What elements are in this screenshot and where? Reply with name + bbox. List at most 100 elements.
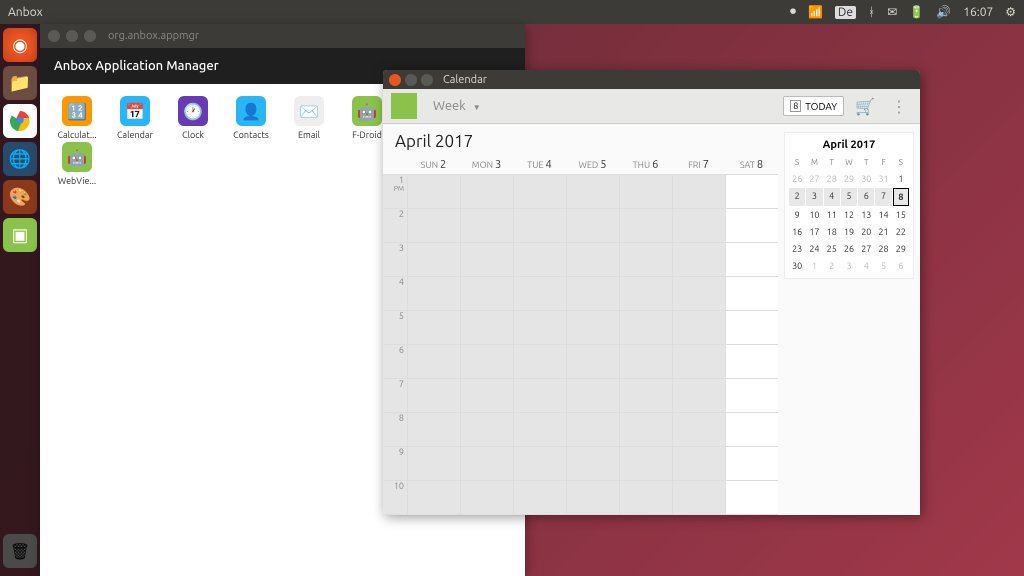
mini-cal-day[interactable]: 20 xyxy=(858,224,874,240)
mini-cal-day[interactable]: 1 xyxy=(893,171,909,187)
time-slot[interactable] xyxy=(514,243,566,277)
clock-indicator[interactable]: 16:07 xyxy=(963,6,993,19)
time-slot[interactable] xyxy=(408,379,460,413)
time-slot[interactable] xyxy=(620,481,672,515)
day-column[interactable] xyxy=(725,175,778,515)
wifi-icon[interactable]: 📶 xyxy=(808,5,823,19)
time-slot[interactable] xyxy=(514,481,566,515)
time-slot[interactable] xyxy=(567,413,619,447)
time-slot[interactable] xyxy=(620,447,672,481)
mini-cal-day[interactable]: 29 xyxy=(841,171,857,187)
time-slot[interactable] xyxy=(620,345,672,379)
time-slot[interactable] xyxy=(514,311,566,345)
mini-cal-day[interactable]: 21 xyxy=(875,224,891,240)
mini-cal-day[interactable]: 28 xyxy=(875,241,891,257)
mini-cal-day[interactable]: 4 xyxy=(858,258,874,274)
mini-cal-day[interactable]: 18 xyxy=(824,224,840,240)
time-slot[interactable] xyxy=(726,277,778,311)
time-slot[interactable] xyxy=(620,175,672,209)
mini-cal-day[interactable]: 2 xyxy=(824,258,840,274)
mini-cal-day[interactable]: 12 xyxy=(841,207,857,223)
volume-icon[interactable]: 🔊 xyxy=(936,5,951,19)
anbox-app-clock[interactable]: 🕐Clock xyxy=(164,96,222,140)
maximize-icon[interactable] xyxy=(421,74,433,86)
anbox-app-contacts[interactable]: 👤Contacts xyxy=(222,96,280,140)
time-slot[interactable] xyxy=(408,243,460,277)
mini-cal-day[interactable]: 26 xyxy=(789,171,805,187)
mini-cal-day[interactable]: 2 xyxy=(789,188,805,206)
lang-indicator[interactable]: De xyxy=(835,6,856,19)
mini-cal-day[interactable]: 23 xyxy=(789,241,805,257)
mini-cal-day[interactable]: 15 xyxy=(893,207,909,223)
mini-cal-day[interactable]: 6 xyxy=(893,258,909,274)
mini-cal-day[interactable]: 28 xyxy=(824,171,840,187)
time-slot[interactable] xyxy=(620,413,672,447)
close-icon[interactable] xyxy=(48,30,60,42)
mini-cal-day[interactable]: 13 xyxy=(858,207,874,223)
mini-cal-day[interactable]: 19 xyxy=(841,224,857,240)
mini-cal-day[interactable]: 8 xyxy=(893,188,909,206)
mini-cal-day[interactable]: 27 xyxy=(858,241,874,257)
time-slot[interactable] xyxy=(726,311,778,345)
week-grid[interactable]: 1PM2345678910 xyxy=(383,175,778,515)
maximize-icon[interactable] xyxy=(84,30,96,42)
mini-cal-day[interactable]: 17 xyxy=(806,224,822,240)
time-slot[interactable] xyxy=(408,277,460,311)
time-slot[interactable] xyxy=(567,345,619,379)
minimize-icon[interactable] xyxy=(66,30,78,42)
time-slot[interactable] xyxy=(726,481,778,515)
time-slot[interactable] xyxy=(620,311,672,345)
mail-icon[interactable]: ✉ xyxy=(887,5,897,19)
cart-icon[interactable]: 🛒 xyxy=(852,93,878,119)
time-slot[interactable] xyxy=(673,209,725,243)
time-slot[interactable] xyxy=(620,243,672,277)
mini-cal-day[interactable]: 30 xyxy=(789,258,805,274)
time-slot[interactable] xyxy=(726,243,778,277)
trash-icon[interactable]: 🗑 xyxy=(3,534,37,568)
mini-cal-day[interactable]: 9 xyxy=(789,207,805,223)
time-slot[interactable] xyxy=(408,447,460,481)
day-column[interactable] xyxy=(513,175,566,515)
mini-cal-day[interactable]: 11 xyxy=(824,207,840,223)
time-slot[interactable] xyxy=(408,311,460,345)
time-slot[interactable] xyxy=(408,481,460,515)
mini-cal-day[interactable]: 5 xyxy=(875,258,891,274)
time-slot[interactable] xyxy=(567,481,619,515)
battery-icon[interactable]: 🔋 xyxy=(909,5,924,19)
time-slot[interactable] xyxy=(673,447,725,481)
today-button[interactable]: 8 TODAY xyxy=(783,96,844,116)
time-slot[interactable] xyxy=(726,413,778,447)
mini-cal-day[interactable]: 26 xyxy=(841,241,857,257)
time-slot[interactable] xyxy=(514,175,566,209)
launcher-files-icon[interactable]: 📁 xyxy=(3,66,37,100)
time-slot[interactable] xyxy=(461,243,513,277)
time-slot[interactable] xyxy=(673,243,725,277)
time-slot[interactable] xyxy=(673,345,725,379)
time-slot[interactable] xyxy=(461,277,513,311)
day-column[interactable] xyxy=(566,175,619,515)
mini-cal-day[interactable]: 3 xyxy=(841,258,857,274)
close-icon[interactable] xyxy=(389,74,401,86)
time-slot[interactable] xyxy=(514,209,566,243)
mini-cal-day[interactable]: 3 xyxy=(806,188,822,206)
time-slot[interactable] xyxy=(673,413,725,447)
time-slot[interactable] xyxy=(514,413,566,447)
time-slot[interactable] xyxy=(514,447,566,481)
launcher-anbox-icon[interactable]: ▣ xyxy=(3,218,37,252)
time-slot[interactable] xyxy=(620,379,672,413)
time-slot[interactable] xyxy=(461,447,513,481)
mini-cal-day[interactable]: 30 xyxy=(858,171,874,187)
day-column[interactable] xyxy=(672,175,725,515)
time-slot[interactable] xyxy=(673,311,725,345)
launcher-chrome-icon[interactable] xyxy=(3,104,37,138)
time-slot[interactable] xyxy=(514,277,566,311)
mini-cal-day[interactable]: 24 xyxy=(806,241,822,257)
day-column[interactable] xyxy=(407,175,460,515)
time-slot[interactable] xyxy=(567,277,619,311)
gear-icon[interactable]: ⚙ xyxy=(1005,5,1016,19)
mini-cal-day[interactable]: 27 xyxy=(806,171,822,187)
launcher-app-icon[interactable]: 🌐 xyxy=(3,142,37,176)
anbox-app-webvie[interactable]: 🤖WebVie... xyxy=(48,142,106,186)
mini-cal-day[interactable]: 31 xyxy=(875,171,891,187)
time-slot[interactable] xyxy=(567,379,619,413)
